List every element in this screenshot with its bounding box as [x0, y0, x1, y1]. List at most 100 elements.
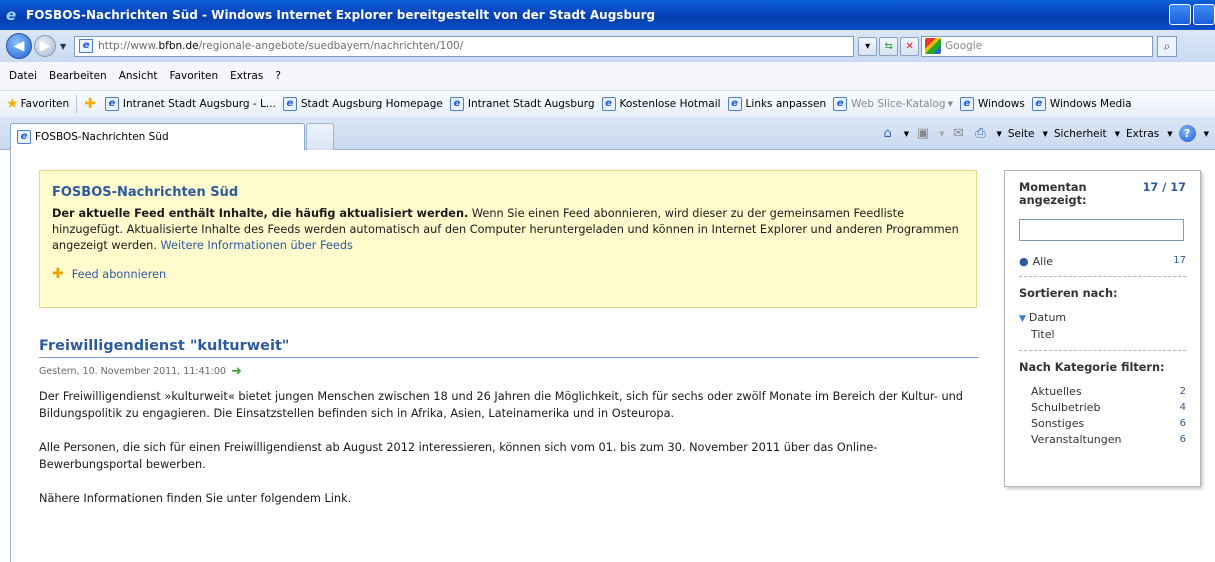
favorite-link[interactable]: e Kostenlose Hotmail [601, 97, 721, 111]
ie-page-icon: e [1031, 97, 1046, 111]
category-filter[interactable]: Schulbetrieb 4 [1019, 400, 1186, 416]
page-menu[interactable]: Seite [1008, 128, 1035, 140]
url-domain: bfbn.de [158, 40, 199, 52]
search-input[interactable]: Google [921, 35, 1154, 57]
category-label: Sonstiges [1031, 417, 1085, 430]
favorites-label: Favoriten [20, 98, 70, 110]
url-prefix: http://www. [98, 40, 159, 52]
command-bar: ⌂ ▼ ▣ ▼ ✉ ⎙ ▼ Seite ▼ Sicherheit ▼ Extras ▼ ? ▼ [880, 125, 1209, 142]
favorite-link[interactable]: e Web Slice-Katalog ▼ [833, 97, 953, 111]
favorite-link[interactable]: e Links anpassen [727, 97, 827, 111]
shown-label: Momentan angezeigt: [1019, 181, 1087, 207]
chevron-down-icon: ▼ [1042, 129, 1048, 138]
address-bar[interactable]: e http://www. bfbn.de/regionale-angebote/… [74, 35, 855, 57]
google-logo-icon [925, 38, 942, 54]
category-filter[interactable]: Veranstaltungen 6 [1019, 432, 1186, 448]
search-icon[interactable]: ⌕ [1157, 35, 1178, 57]
feed-more-link[interactable]: Weitere Informationen über Feeds [161, 239, 353, 252]
sort-by-title[interactable]: Titel [1019, 327, 1186, 342]
category-label: Aktuelles [1031, 385, 1082, 398]
feed-intro: Der aktuelle Feed enthält Inhalte, die h… [52, 206, 964, 254]
filter-all-label: Alle [1032, 255, 1054, 268]
help-icon[interactable]: ? [1178, 125, 1196, 142]
feed-filter-panel: Momentan angezeigt: 17 / 17 ● Alle 17 Sor… [1004, 170, 1201, 487]
menu-bar: Datei Bearbeiten Ansicht Favoriten Extra… [0, 62, 1215, 90]
extras-menu[interactable]: Extras [1126, 128, 1159, 140]
chevron-down-icon[interactable]: ▼ [996, 130, 1001, 138]
favorite-label: Links anpassen [745, 98, 827, 110]
ie-page-icon: e [449, 97, 464, 111]
arrow-right-icon[interactable]: ➜ [231, 364, 242, 379]
ie-page-icon: e [282, 97, 297, 111]
page-content: FOSBOS-Nachrichten Süd Der aktuelle Feed… [10, 150, 1215, 562]
favorite-link[interactable]: e Windows [959, 97, 1025, 111]
home-icon[interactable]: ⌂ [880, 126, 896, 142]
add-favorite-icon[interactable]: ✚ [84, 96, 96, 112]
category-count: 4 [1179, 402, 1186, 413]
menu-help[interactable]: ? [274, 70, 282, 82]
favorites-button[interactable]: ★ Favoriten [6, 96, 69, 112]
security-menu[interactable]: Sicherheit [1054, 128, 1107, 140]
forward-button[interactable]: ▶ [34, 35, 56, 57]
page-icon: e [79, 39, 94, 53]
shown-count: 17 / 17 [1142, 181, 1186, 194]
favorite-label: Kostenlose Hotmail [619, 98, 721, 110]
refresh-button[interactable]: ⇆ [879, 36, 899, 56]
category-label: Schulbetrieb [1031, 401, 1101, 414]
recent-pages-dropdown[interactable]: ▼ [60, 42, 66, 51]
chevron-down-icon[interactable]: ▼ [939, 130, 944, 138]
minimize-button[interactable] [1169, 4, 1191, 25]
favorite-label: Windows Media [1049, 98, 1132, 110]
mail-icon[interactable]: ✉ [950, 126, 966, 142]
article-body: Der Freiwilligendienst »kulturweit« biet… [39, 388, 979, 507]
feed-article: Freiwilligendienst "kulturweit" Gestern,… [39, 338, 979, 507]
article-title[interactable]: Freiwilligendienst "kulturweit" [39, 338, 979, 358]
category-filter[interactable]: Aktuelles 2 [1019, 384, 1186, 400]
add-feed-icon: ✚ [52, 266, 64, 282]
category-count: 6 [1179, 434, 1186, 445]
tab-current[interactable]: e FOSBOS-Nachrichten Süd [10, 123, 305, 150]
feeds-icon[interactable]: ▣ [915, 126, 931, 142]
tab-bar: e FOSBOS-Nachrichten Süd ⌂ ▼ ▣ ▼ ✉ ⎙ ▼ Seit… [0, 117, 1215, 150]
menu-extras[interactable]: Extras [229, 70, 264, 82]
favorite-link[interactable]: e Windows Media [1031, 97, 1132, 111]
sort-heading: Sortieren nach: [1019, 287, 1118, 300]
favorites-bar: ★ Favoriten ✚ e Intranet Stadt Augsburg -… [0, 90, 1215, 117]
back-button[interactable]: ◀ [6, 33, 32, 59]
url-path: /regionale-angebote/suedbayern/nachricht… [198, 40, 464, 52]
sort-desc-icon: ▼ [1019, 314, 1026, 324]
window-controls [1169, 4, 1215, 25]
shown-header: Momentan angezeigt: 17 / 17 [1019, 181, 1186, 207]
print-icon[interactable]: ⎙ [972, 126, 988, 142]
address-dropdown-button[interactable]: ▾ [858, 36, 878, 56]
menu-ansicht[interactable]: Ansicht [118, 70, 159, 82]
menu-favoriten[interactable]: Favoriten [169, 70, 220, 82]
chevron-down-icon[interactable]: ▼ [1204, 130, 1209, 138]
filter-search-input[interactable] [1019, 219, 1184, 241]
category-filter[interactable]: Sonstiges 6 [1019, 416, 1186, 432]
chevron-down-icon[interactable]: ▼ [904, 130, 909, 138]
filter-all[interactable]: ● Alle 17 [1019, 255, 1186, 268]
favorites-star-icon: ★ [6, 96, 19, 112]
chevron-down-icon: ▼ [1114, 129, 1121, 138]
feed-title: FOSBOS-Nachrichten Süd [52, 185, 239, 200]
bullet-icon: ● [1019, 255, 1029, 268]
article-paragraph: Nähere Informationen finden Sie unter fo… [39, 492, 352, 505]
menu-bearbeiten[interactable]: Bearbeiten [48, 70, 108, 82]
subscribe-feed-button[interactable]: ✚ Feed abonnieren [52, 266, 964, 282]
sort-by-date[interactable]: ▼ Datum [1019, 310, 1186, 327]
maximize-button[interactable] [1193, 4, 1215, 25]
menu-datei[interactable]: Datei [8, 70, 38, 82]
favorite-link[interactable]: e Intranet Stadt Augsburg - L... [104, 97, 276, 111]
favorite-link[interactable]: e Stadt Augsburg Homepage [282, 97, 443, 111]
ie-page-icon: e [17, 130, 31, 144]
window-titlebar: e FOSBOS-Nachrichten Süd - Windows Inter… [0, 0, 1215, 30]
new-tab-button[interactable] [306, 123, 334, 150]
favorite-link[interactable]: e Intranet Stadt Augsburg [449, 97, 595, 111]
window-title: FOSBOS-Nachrichten Süd - Windows Interne… [26, 8, 656, 22]
category-label: Veranstaltungen [1031, 433, 1122, 446]
article-date-row: Gestern, 10. November 2011, 11:41:00 ➜ [39, 364, 979, 379]
ie-page-icon: e [833, 97, 848, 111]
chevron-down-icon: ▼ [1167, 129, 1173, 138]
stop-button[interactable]: ✕ [900, 36, 920, 56]
